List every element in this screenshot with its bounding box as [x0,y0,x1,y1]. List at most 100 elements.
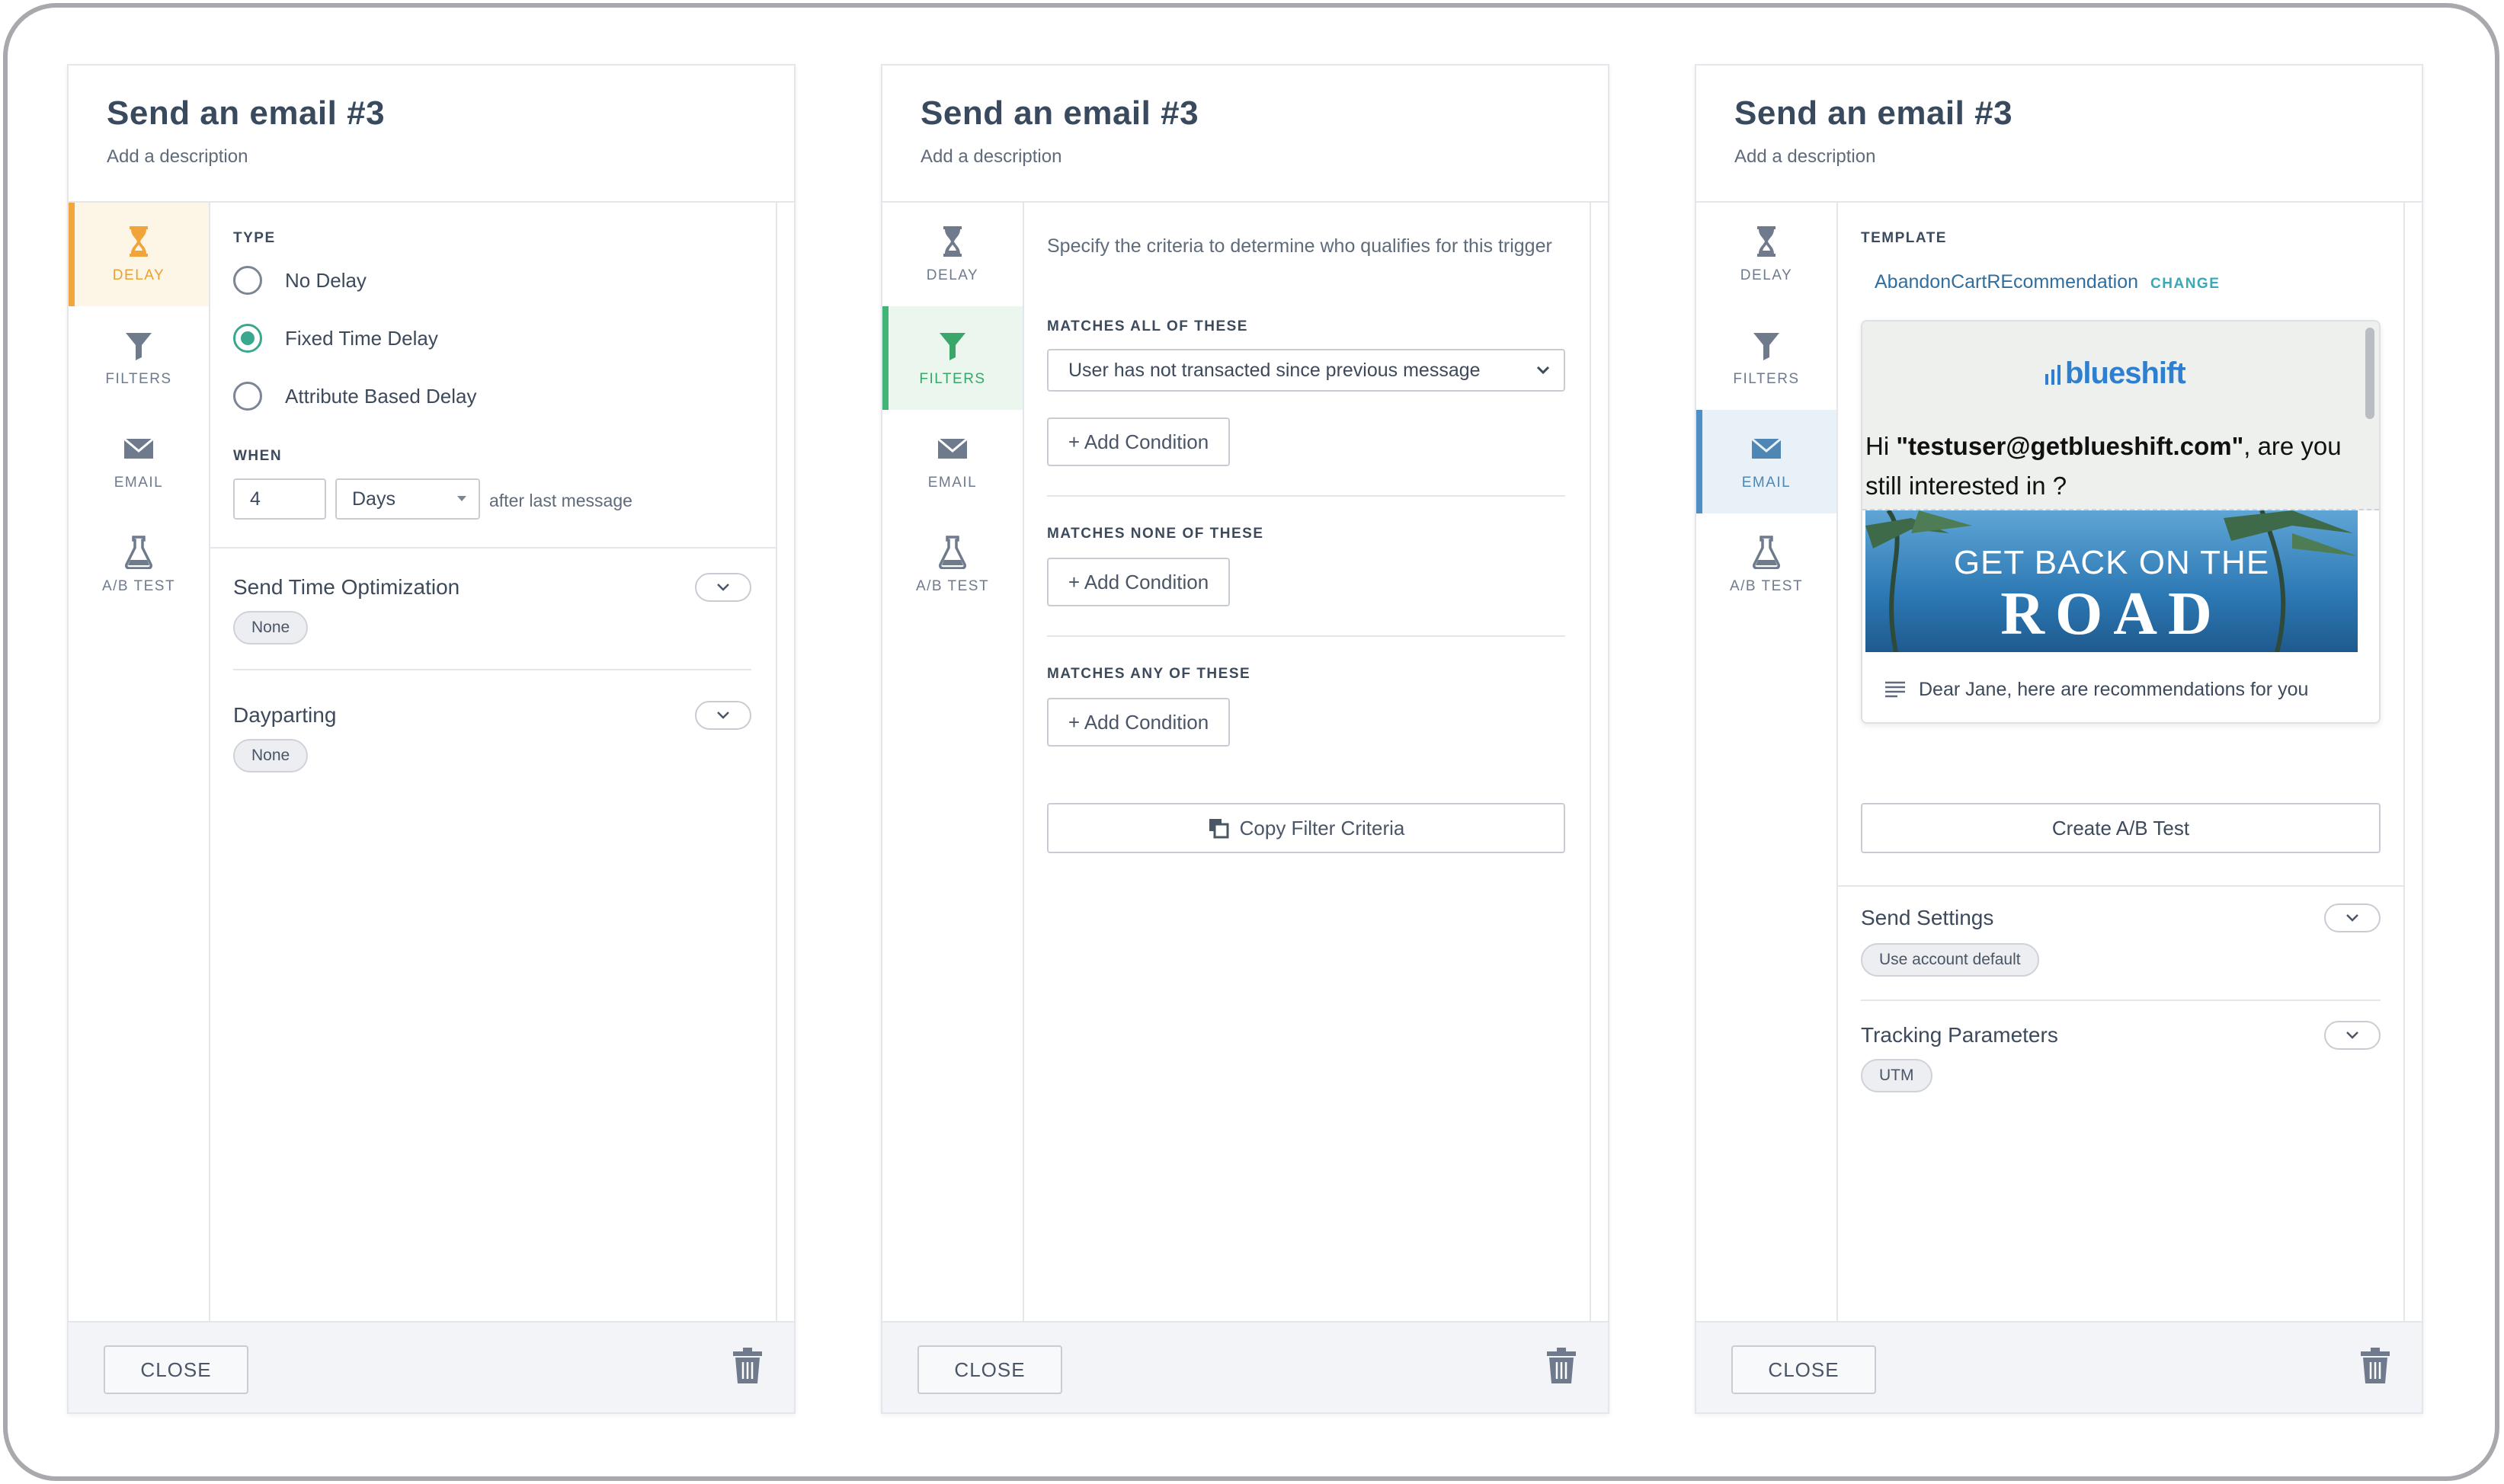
email-content: TEMPLATE AbandonCartREcommendation CHANG… [1838,203,2405,1324]
panel-email: Send an email #3 Add a description DELAY… [1695,64,2423,1414]
add-condition-button-any[interactable]: + Add Condition [1047,698,1230,747]
sidebar-item-delay[interactable]: DELAY [882,203,1023,306]
expand-button[interactable] [2324,1021,2381,1050]
type-label: TYPE [233,230,276,246]
close-button[interactable]: CLOSE [1731,1345,1876,1394]
sidebar-item-delay[interactable]: DELAY [69,203,209,306]
sidebar-item-label: EMAIL [927,475,978,491]
panel-header: Send an email #3 Add a description [882,66,1608,203]
logo-text: blueshift [2065,357,2186,390]
sidebar-item-email[interactable]: EMAIL [69,410,209,513]
copy-filter-label: Copy Filter Criteria [1239,816,1405,840]
panel-header: Send an email #3 Add a description [1696,66,2422,203]
sidebar-item-label: DELAY [926,267,979,283]
radio-button-selected[interactable] [233,324,262,353]
template-label: TEMPLATE [1861,230,1947,246]
divider [1047,495,1565,497]
add-condition-button-none[interactable]: + Add Condition [1047,558,1230,606]
delay-unit-value: Days [352,488,395,510]
divider [1861,999,2381,1001]
radio-no-delay[interactable]: No Delay [233,251,476,309]
sidebar-item-abtest[interactable]: A/B TEST [882,513,1023,617]
hourglass-icon [943,226,962,257]
delay-unit-select[interactable]: Days [335,478,480,520]
email-preview-card[interactable]: blueshift Hi "testuser@getblueshift.com"… [1861,320,2381,724]
matches-all-condition-select[interactable]: User has not transacted since previous m… [1047,349,1565,392]
sidebar-item-filters[interactable]: FILTERS [69,306,209,410]
divider [1838,885,2403,887]
panel-footer: CLOSE [1696,1321,2422,1412]
preview-subject-text: Dear Jane, here are recommendations for … [1919,678,2309,700]
expand-button[interactable] [695,701,751,730]
dayparting-row[interactable]: Dayparting [233,701,751,730]
send-settings-badge: Use account default [1861,943,2039,977]
add-condition-button-all[interactable]: + Add Condition [1047,417,1230,466]
sidebar-item-filters[interactable]: FILTERS [1696,306,1836,410]
copy-filter-criteria-button[interactable]: Copy Filter Criteria [1047,803,1565,853]
lines-icon [1885,681,1905,698]
panel-description[interactable]: Add a description [107,146,794,168]
close-button[interactable]: CLOSE [104,1345,248,1394]
create-ab-test-button[interactable]: Create A/B Test [1861,803,2381,853]
panel-title[interactable]: Send an email #3 [921,94,1608,133]
preview-scrollbar[interactable] [2365,328,2374,419]
sidebar-item-label: EMAIL [114,475,164,491]
sidebar-item-email[interactable]: EMAIL [882,410,1023,513]
radio-button[interactable] [233,266,262,295]
tracking-parameters-row[interactable]: Tracking Parameters [1861,1021,2381,1050]
preview-subject-row: Dear Jane, here are recommendations for … [1862,654,2379,722]
matches-any-label: MATCHES ANY OF THESE [1047,666,1251,682]
trash-icon[interactable] [2359,1347,2391,1385]
trash-icon[interactable] [1545,1347,1577,1385]
copy-icon [1209,819,1229,839]
sidebar-item-label: DELAY [1740,267,1793,283]
tracking-parameters-badge: UTM [1861,1059,1932,1092]
preview-greeting: Hi "testuser@getblueshift.com", are you … [1865,427,2353,506]
chevron-down-icon [2346,914,2358,922]
expand-button[interactable] [695,573,751,602]
panel-filters: Send an email #3 Add a description DELAY… [881,64,1609,1414]
flask-icon [939,536,966,569]
delay-amount-input[interactable]: 4 [233,478,326,520]
sidebar-item-delay[interactable]: DELAY [1696,203,1836,306]
chevron-down-icon [1536,366,1550,375]
logo-bars-icon [2045,364,2061,385]
change-template-link[interactable]: CHANGE [2150,276,2220,293]
sidebar-item-abtest[interactable]: A/B TEST [1696,513,1836,617]
sidebar-item-label: DELAY [112,267,165,283]
radio-fixed-time-delay[interactable]: Fixed Time Delay [233,309,476,367]
panel-description[interactable]: Add a description [921,146,1608,168]
radio-label: Fixed Time Delay [285,326,438,350]
greeting-prefix: Hi [1865,432,1897,460]
delay-content: TYPE No Delay Fixed Time Delay Attribute… [210,203,777,1324]
envelope-icon [123,437,154,459]
sidebar-item-label: A/B TEST [1729,578,1804,594]
radio-button[interactable] [233,382,262,411]
flask-icon [1753,536,1780,569]
trash-icon[interactable] [732,1347,764,1385]
sidebar-item-label: EMAIL [1741,475,1792,491]
expand-button[interactable] [2324,904,2381,932]
panel-footer: CLOSE [69,1321,794,1412]
tracking-parameters-title: Tracking Parameters [1861,1023,2058,1047]
dayparting-title: Dayparting [233,703,337,727]
send-time-optimization-row[interactable]: Send Time Optimization [233,573,751,602]
sidebar-item-abtest[interactable]: A/B TEST [69,513,209,617]
panel-title[interactable]: Send an email #3 [1734,94,2422,133]
delay-type-radio-group: No Delay Fixed Time Delay Attribute Base… [233,251,476,425]
caret-down-icon [457,496,466,501]
close-button[interactable]: CLOSE [917,1345,1062,1394]
chevron-down-icon [717,584,729,591]
hourglass-icon [1757,226,1776,257]
template-name-link[interactable]: AbandonCartREcommendation [1875,271,2138,293]
send-settings-row[interactable]: Send Settings [1861,904,2381,932]
sto-value-badge: None [233,611,309,644]
panel-description[interactable]: Add a description [1734,146,2422,168]
sidebar-item-filters[interactable]: FILTERS [882,306,1023,410]
panel-title[interactable]: Send an email #3 [107,94,794,133]
sidebar-item-email[interactable]: EMAIL [1696,410,1836,513]
panel-header: Send an email #3 Add a description [69,66,794,203]
step-sidebar: DELAY FILTERS EMAIL A/B TEST [1696,203,1838,1324]
condition-value: User has not transacted since previous m… [1068,359,1481,381]
radio-attribute-based-delay[interactable]: Attribute Based Delay [233,367,476,425]
